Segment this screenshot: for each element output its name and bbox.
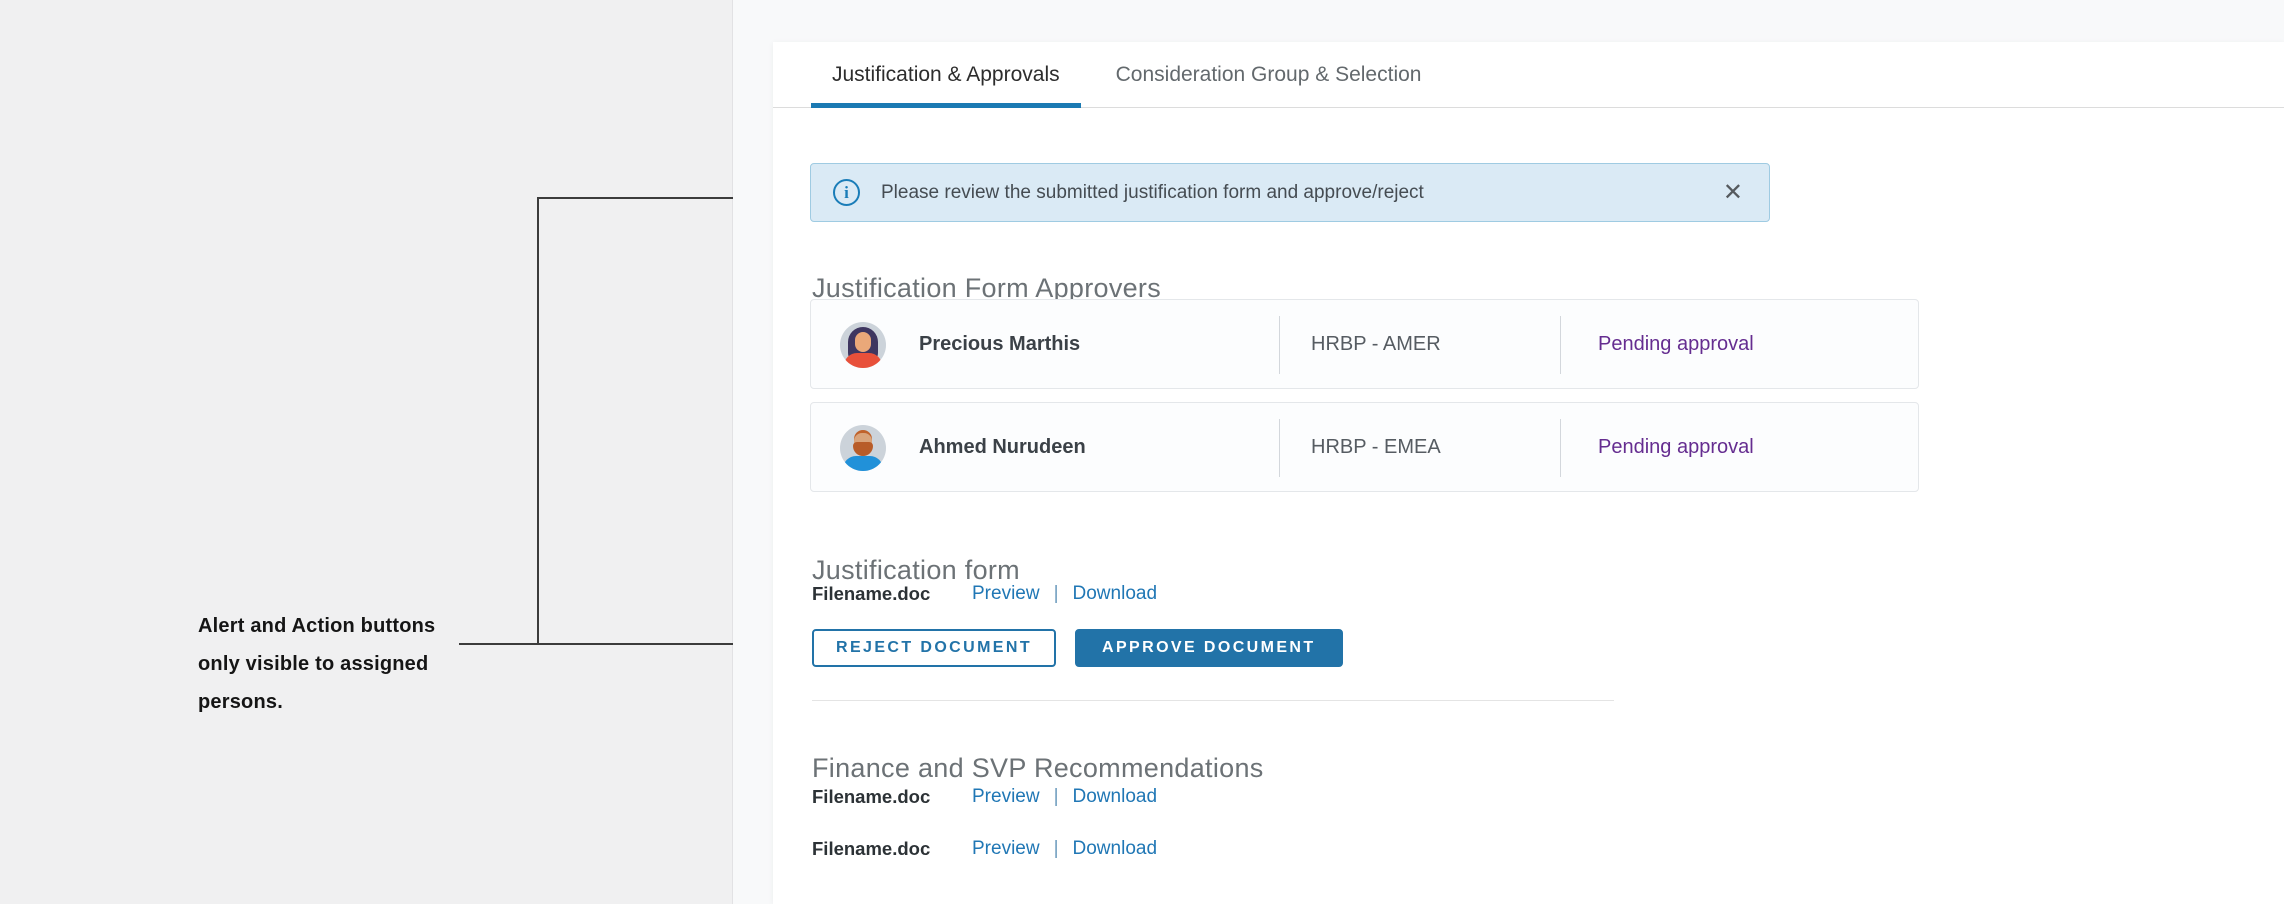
avatar-face <box>855 332 871 352</box>
file-row: Filename.doc Preview | Download <box>812 838 1157 860</box>
avatar-torso <box>843 456 883 471</box>
approve-document-button[interactable]: APPROVE DOCUMENT <box>1075 629 1343 667</box>
screen: Alert and Action buttons only visible to… <box>0 0 2284 904</box>
tab-justification-approvals[interactable]: Justification & Approvals <box>811 42 1081 107</box>
download-link[interactable]: Download <box>1073 583 1158 605</box>
info-icon: i <box>833 179 860 206</box>
file-name: Filename.doc <box>812 838 946 860</box>
left-annotation-panel: Alert and Action buttons only visible to… <box>0 0 733 904</box>
reject-document-button[interactable]: REJECT DOCUMENT <box>812 629 1056 667</box>
preview-link[interactable]: Preview <box>972 786 1040 808</box>
close-icon[interactable]: ✕ <box>1723 181 1743 205</box>
avatar-torso <box>844 353 882 368</box>
download-link[interactable]: Download <box>1073 786 1158 808</box>
approver-row: Ahmed Nurudeen HRBP - EMEA Pending appro… <box>810 402 1919 492</box>
avatar-male <box>840 425 886 471</box>
info-alert: i Please review the submitted justificat… <box>810 163 1770 222</box>
tab-bar: Justification & Approvals Consideration … <box>773 42 2284 108</box>
tab-label: Consideration Group & Selection <box>1116 63 1422 87</box>
download-link[interactable]: Download <box>1073 838 1158 860</box>
approver-status-badge: Pending approval <box>1598 300 1754 388</box>
divider <box>1279 316 1280 374</box>
approver-status-badge: Pending approval <box>1598 403 1754 491</box>
avatar-beard <box>853 442 873 456</box>
avatar-female <box>840 322 886 368</box>
approver-role: HRBP - EMEA <box>1311 403 1441 491</box>
approver-role: HRBP - AMER <box>1311 300 1441 388</box>
divider <box>1560 316 1561 374</box>
file-name: Filename.doc <box>812 583 946 605</box>
section-title-finance-svp: Finance and SVP Recommendations <box>812 753 1264 784</box>
link-separator: | <box>1054 786 1059 808</box>
tab-consideration-group-selection[interactable]: Consideration Group & Selection <box>1112 42 1426 107</box>
approver-name: Ahmed Nurudeen <box>919 403 1086 491</box>
file-row: Filename.doc Preview | Download <box>812 786 1157 808</box>
annotation-note: Alert and Action buttons only visible to… <box>198 607 466 721</box>
content-card: Justification & Approvals Consideration … <box>773 42 2284 904</box>
divider <box>1560 419 1561 477</box>
preview-link[interactable]: Preview <box>972 838 1040 860</box>
connector-line-vertical <box>537 197 539 645</box>
section-divider <box>812 700 1614 701</box>
document-actions: REJECT DOCUMENT APPROVE DOCUMENT <box>812 629 1343 667</box>
file-name: Filename.doc <box>812 786 946 808</box>
divider <box>1279 419 1280 477</box>
section-title-justification-form: Justification form <box>812 555 1020 586</box>
alert-message: Please review the submitted justificatio… <box>881 182 1723 204</box>
approver-name: Precious Marthis <box>919 300 1080 388</box>
tab-label: Justification & Approvals <box>832 63 1060 87</box>
file-row: Filename.doc Preview | Download <box>812 583 1157 605</box>
preview-link[interactable]: Preview <box>972 583 1040 605</box>
approver-row: Precious Marthis HRBP - AMER Pending app… <box>810 299 1919 389</box>
link-separator: | <box>1054 583 1059 605</box>
link-separator: | <box>1054 838 1059 860</box>
